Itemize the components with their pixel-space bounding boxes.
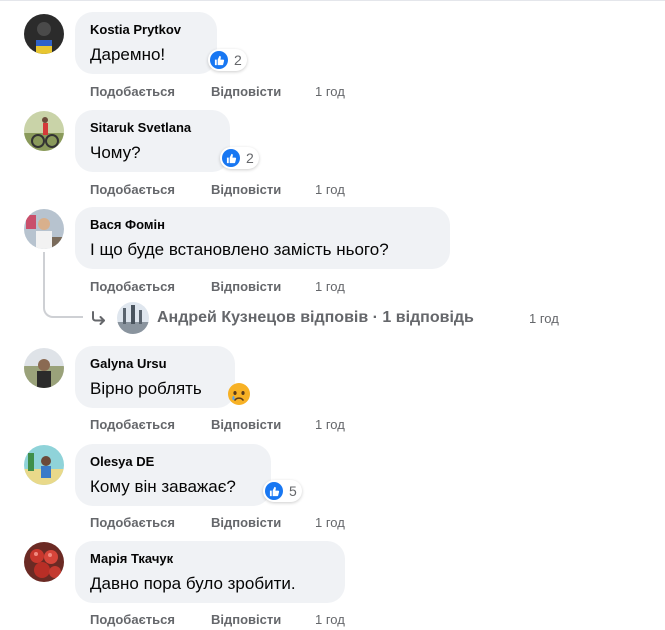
like-icon bbox=[222, 149, 240, 167]
comment-author[interactable]: Galyna Ursu bbox=[90, 356, 167, 371]
avatar[interactable] bbox=[24, 111, 64, 151]
reply-button[interactable]: Відповісти bbox=[211, 182, 281, 197]
reaction-count: 2 bbox=[234, 52, 242, 68]
like-icon bbox=[210, 51, 228, 69]
comment-time[interactable]: 1 год bbox=[315, 612, 345, 627]
sad-face-icon[interactable] bbox=[227, 382, 251, 406]
comment-time[interactable]: 1 год bbox=[315, 84, 345, 99]
comment-text: Вірно роблять bbox=[90, 379, 202, 398]
top-divider bbox=[0, 0, 665, 1]
replies-summary[interactable]: Андрей Кузнецов відповів · 1 відповідь bbox=[157, 309, 474, 327]
reply-button[interactable]: Відповісти bbox=[211, 279, 281, 294]
avatar[interactable] bbox=[24, 209, 64, 249]
comment-text: Давно пора було зробити. bbox=[90, 574, 296, 593]
comment-bubble: Olesya DE Кому він заважає? bbox=[75, 444, 271, 506]
comment-author[interactable]: Olesya DE bbox=[90, 454, 154, 469]
like-button[interactable]: Подобається bbox=[90, 84, 175, 99]
like-button[interactable]: Подобається bbox=[90, 417, 175, 432]
comment-time[interactable]: 1 год bbox=[315, 417, 345, 432]
reaction-badge[interactable]: 2 bbox=[208, 49, 247, 71]
avatar[interactable] bbox=[24, 445, 64, 485]
comment-time[interactable]: 1 год bbox=[315, 182, 345, 197]
avatar[interactable] bbox=[24, 14, 64, 54]
like-button[interactable]: Подобається bbox=[90, 279, 175, 294]
comment-author[interactable]: Kostia Prytkov bbox=[90, 22, 181, 37]
comment-bubble: Вася Фомін І що буде встановлено замість… bbox=[75, 207, 450, 269]
reply-button[interactable]: Відповісти bbox=[211, 84, 281, 99]
reaction-badge[interactable]: 5 bbox=[263, 480, 302, 502]
reaction-count: 2 bbox=[246, 150, 254, 166]
like-button[interactable]: Подобається bbox=[90, 515, 175, 530]
comment-text: Чому? bbox=[90, 143, 141, 162]
comment-bubble: Марія Ткачук Давно пора було зробити. bbox=[75, 541, 345, 603]
reply-button[interactable]: Відповісти bbox=[211, 417, 281, 432]
avatar[interactable] bbox=[24, 348, 64, 388]
comment-text: Даремно! bbox=[90, 45, 166, 64]
thread-connector-line bbox=[43, 252, 83, 318]
comment-author[interactable]: Вася Фомін bbox=[90, 217, 165, 232]
reply-button[interactable]: Відповісти bbox=[211, 612, 281, 627]
reply-arrow-icon bbox=[92, 311, 105, 325]
comment-bubble: Galyna Ursu Вірно роблять bbox=[75, 346, 235, 408]
comment-time[interactable]: 1 год bbox=[315, 279, 345, 294]
avatar[interactable] bbox=[24, 542, 64, 582]
comment-time[interactable]: 1 год bbox=[315, 515, 345, 530]
reaction-badge[interactable]: 2 bbox=[220, 147, 259, 169]
like-button[interactable]: Подобається bbox=[90, 182, 175, 197]
comment-author[interactable]: Марія Ткачук bbox=[90, 551, 173, 566]
comment-author[interactable]: Sitaruk Svetlana bbox=[90, 120, 191, 135]
comment-bubble: Sitaruk Svetlana Чому? bbox=[75, 110, 230, 172]
comment-text: І що буде встановлено замість нього? bbox=[90, 240, 389, 259]
reply-time[interactable]: 1 год bbox=[529, 311, 559, 326]
like-button[interactable]: Подобається bbox=[90, 612, 175, 627]
comment-text: Кому він заважає? bbox=[90, 477, 236, 496]
reaction-count: 5 bbox=[289, 483, 297, 499]
like-icon bbox=[265, 482, 283, 500]
reply-button[interactable]: Відповісти bbox=[211, 515, 281, 530]
comment-bubble: Kostia Prytkov Даремно! bbox=[75, 12, 217, 74]
reply-avatar[interactable] bbox=[117, 302, 149, 334]
